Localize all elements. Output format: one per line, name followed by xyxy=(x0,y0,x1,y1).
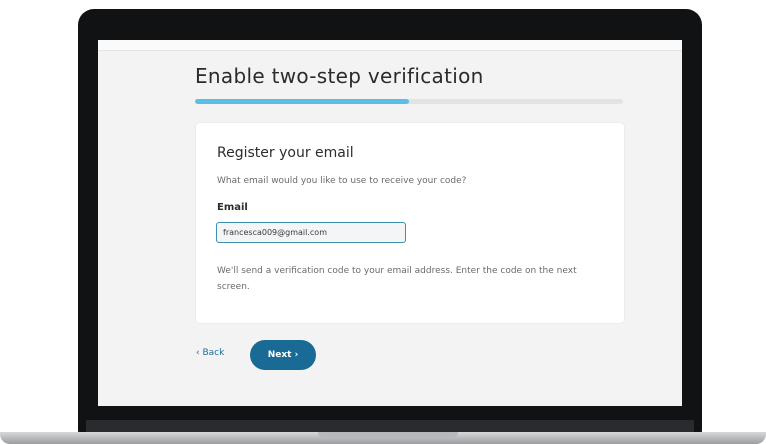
register-email-card: Register your email What email would you… xyxy=(195,122,625,324)
next-button[interactable]: Next › xyxy=(250,340,316,370)
email-field-label: Email xyxy=(217,202,248,213)
top-bar xyxy=(98,40,682,51)
card-question: What email would you like to use to rece… xyxy=(217,176,467,186)
laptop-base-notch xyxy=(318,432,458,438)
laptop-screen: Enable two-step verification Register yo… xyxy=(98,40,682,406)
verification-note: We'll send a verification code to your e… xyxy=(217,266,577,292)
page-title: Enable two-step verification xyxy=(195,64,484,88)
progress-bar-fill xyxy=(195,99,409,104)
progress-bar xyxy=(195,99,623,104)
back-link[interactable]: ‹ Back xyxy=(196,348,224,358)
card-title: Register your email xyxy=(217,145,354,161)
email-field[interactable] xyxy=(216,222,406,243)
